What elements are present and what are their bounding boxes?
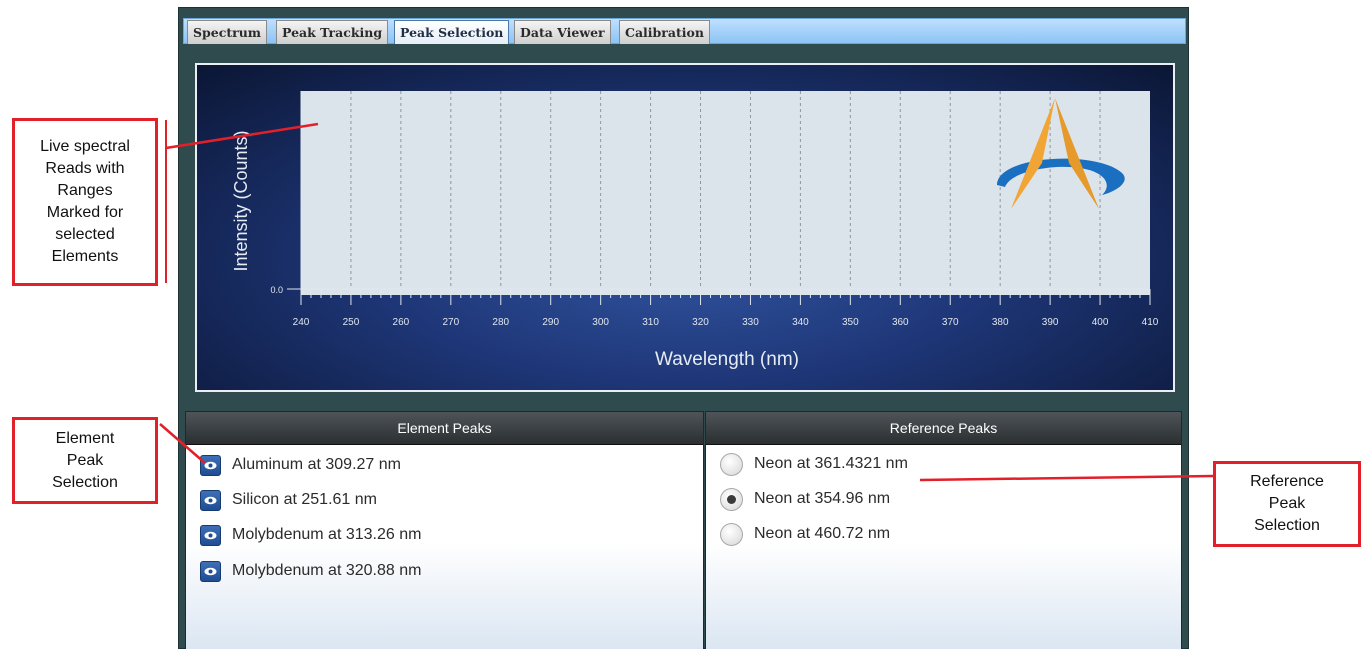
callout-text: Reads with — [45, 160, 125, 177]
callout-text: Selection — [1254, 517, 1320, 534]
callout-element-peak: Element Peak Selection — [12, 417, 158, 504]
callout-text: Peak — [66, 451, 104, 469]
callout-text: Reference — [1250, 473, 1324, 490]
callout-text: Live spectral — [40, 138, 130, 155]
callout-pointer-line — [159, 423, 206, 464]
callout-text: Marked for — [46, 204, 124, 221]
callout-text: Ranges — [57, 182, 113, 199]
callout-pointer-line — [165, 122, 319, 150]
callout-live-spectral: Live spectral Reads with Ranges Marked f… — [12, 118, 158, 286]
callout-connectors — [159, 120, 1214, 482]
callout-text: Selection — [52, 473, 118, 491]
callout-text: Peak — [1268, 495, 1306, 512]
callout-text: Elements — [51, 248, 119, 265]
callout-reference-peak: Reference Peak Selection — [1213, 461, 1361, 547]
callout-text: selected — [55, 226, 115, 243]
callout-pointer-line — [919, 474, 1214, 482]
callout-text: Element — [55, 429, 115, 447]
